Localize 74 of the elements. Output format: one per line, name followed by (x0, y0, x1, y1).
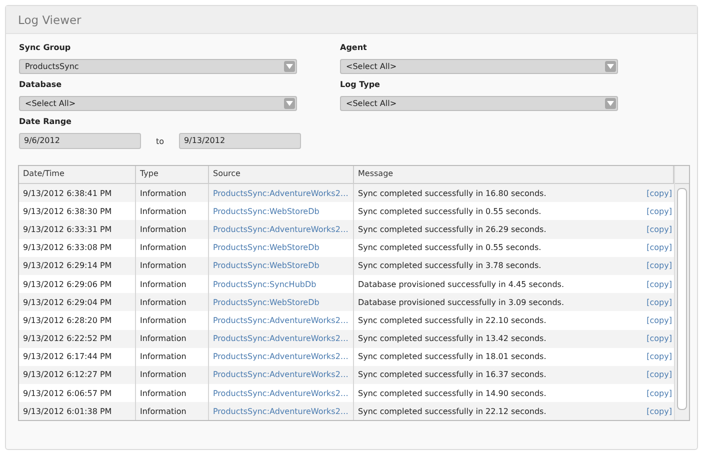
message-text: Sync completed successfully in 3.78 seconds. (358, 261, 542, 270)
source-link[interactable]: ProductsSync:AdventureWorks2… (213, 406, 348, 416)
copy-link[interactable]: [copy] (646, 298, 672, 307)
field-label: Sync Group (19, 43, 72, 54)
copy-link[interactable]: [copy] (646, 261, 672, 270)
message-text: Sync completed successfully in 22.10 seconds. (358, 316, 546, 325)
source-link[interactable]: ProductsSync:AdventureWorks2… (213, 370, 348, 380)
table-cell: Information (136, 366, 209, 384)
table-cell: Information (136, 256, 209, 275)
source-link[interactable]: ProductsSync:AdventureWorks2… (213, 188, 348, 198)
message-text: Sync completed successfully in 26.29 seconds. (358, 224, 546, 234)
copy-link[interactable]: [copy] (646, 280, 672, 289)
dropdown-arrow-icon[interactable] (284, 98, 295, 109)
copy-link[interactable]: [copy] (646, 224, 672, 234)
table-cell: 9/13/2012 6:29:04 PM (19, 293, 136, 312)
copy-link[interactable]: [copy] (646, 370, 672, 380)
field-label: Database (19, 80, 63, 91)
column-header[interactable]: Source (209, 166, 354, 183)
table-cell: 9/13/2012 6:01:38 PM (19, 402, 136, 420)
message-text: Sync completed successfully in 22.12 seconds. (358, 406, 546, 416)
source-link[interactable]: ProductsSync:WebStoreDb (213, 261, 320, 270)
source-link[interactable]: ProductsSync:WebStoreDb (213, 243, 320, 252)
message-text: Sync completed successfully in 0.55 seconds. (358, 206, 542, 216)
source-link[interactable]: ProductsSync:AdventureWorks2… (213, 224, 348, 234)
message-text: Database provisioned successfully in 4.45 seconds. (358, 280, 564, 289)
dropdown[interactable]: <Select All> (340, 96, 618, 111)
table-cell: Information (136, 402, 209, 420)
table-cell: 9/13/2012 6:38:41 PM (19, 184, 136, 202)
copy-link[interactable]: [copy] (646, 334, 672, 344)
table-cell: Information (136, 330, 209, 348)
dropdown[interactable]: <Select All> (19, 96, 297, 111)
dropdown-arrow-icon[interactable] (605, 98, 616, 109)
message-text: Database provisioned successfully in 3.09 seconds. (358, 298, 564, 307)
scrollbar[interactable] (674, 166, 689, 420)
dropdown[interactable]: ProductsSync (19, 59, 297, 74)
source-link[interactable]: ProductsSync:AdventureWorks2… (213, 388, 348, 398)
message-text: Sync completed successfully in 16.80 seconds. (358, 188, 546, 198)
source-link[interactable]: ProductsSync:AdventureWorks2… (213, 334, 348, 344)
table-cell: 9/13/2012 6:12:27 PM (19, 366, 136, 384)
copy-link[interactable]: [copy] (646, 243, 672, 252)
copy-link[interactable]: [copy] (646, 316, 672, 325)
column-header[interactable]: Date/Time (19, 166, 136, 183)
field-label: Log Type (340, 80, 381, 91)
copy-link[interactable]: [copy] (646, 406, 672, 416)
date-input[interactable]: 9/6/2012 (19, 133, 141, 149)
dropdown[interactable]: <Select All> (340, 59, 618, 74)
table-cell: 9/13/2012 6:33:31 PM (19, 220, 136, 239)
message-text: Sync completed successfully in 18.01 seconds. (358, 352, 546, 362)
table-cell: Information (136, 184, 209, 202)
table-cell: 9/13/2012 6:29:14 PM (19, 256, 136, 275)
source-link[interactable]: ProductsSync:WebStoreDb (213, 206, 320, 216)
source-link[interactable]: ProductsSync:AdventureWorks2… (213, 316, 348, 325)
copy-link[interactable]: [copy] (646, 388, 672, 398)
source-link[interactable]: ProductsSync:SyncHubDb (213, 280, 316, 289)
column-header[interactable]: Type (136, 166, 209, 183)
field-label: Agent (340, 43, 368, 54)
table-cell: Information (136, 220, 209, 239)
field-label: Date Range (19, 117, 72, 128)
copy-link[interactable]: [copy] (646, 188, 672, 198)
panel-title: Log Viewer (18, 12, 82, 26)
date-input[interactable]: 9/13/2012 (179, 133, 302, 149)
table-cell: 9/13/2012 6:22:52 PM (19, 330, 136, 348)
date-separator: to (156, 136, 164, 146)
message-text: Sync completed successfully in 0.55 seconds. (358, 243, 542, 252)
copy-link[interactable]: [copy] (646, 352, 672, 362)
message-text: Sync completed successfully in 14.90 seconds. (358, 388, 546, 398)
copy-link[interactable]: [copy] (646, 206, 672, 216)
table-cell: Information (136, 293, 209, 312)
message-text: Sync completed successfully in 13.42 seconds. (358, 334, 546, 344)
message-text: Sync completed successfully in 16.37 seconds. (358, 370, 546, 380)
source-link[interactable]: ProductsSync:AdventureWorks2… (213, 352, 348, 362)
dropdown-arrow-icon[interactable] (284, 61, 295, 72)
source-link[interactable]: ProductsSync:WebStoreDb (213, 298, 320, 307)
dropdown-arrow-icon[interactable] (605, 61, 616, 72)
